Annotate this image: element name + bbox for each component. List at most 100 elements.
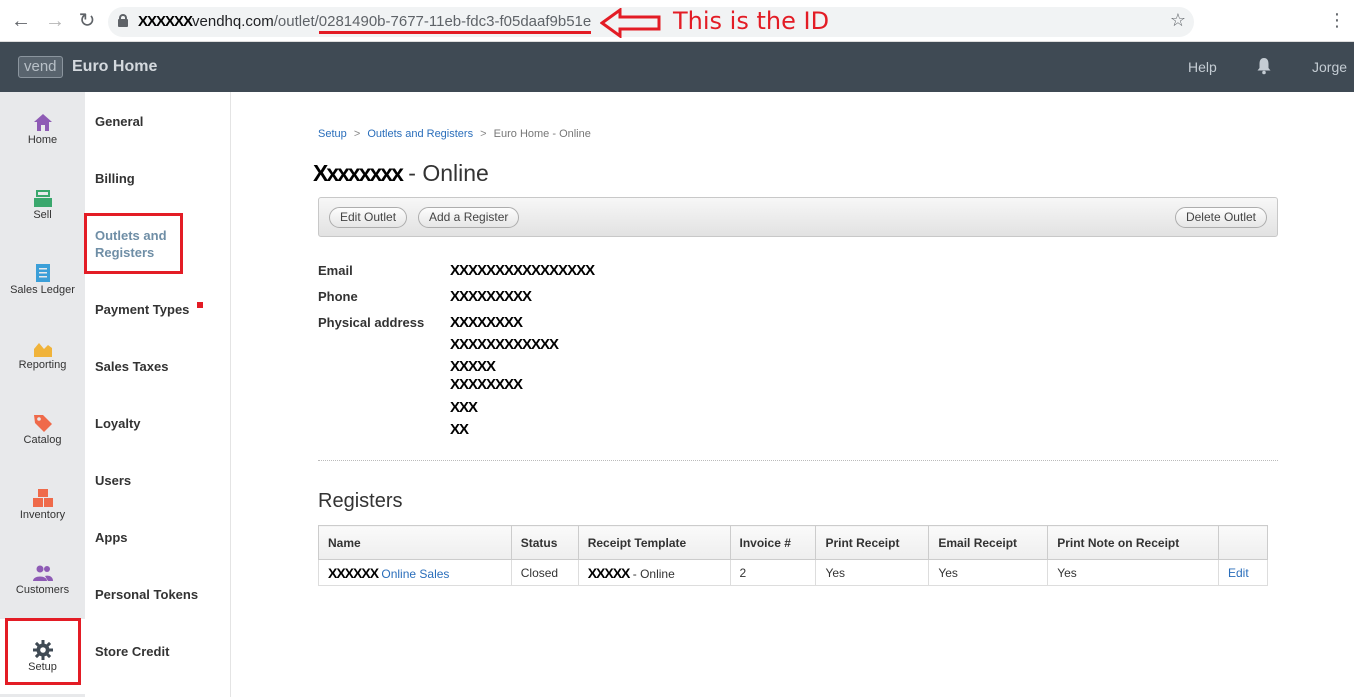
store-name[interactable]: Euro Home xyxy=(72,58,157,76)
setup-submenu: General Billing Outlets and Registers Pa… xyxy=(85,92,231,697)
nav-home-label: Home xyxy=(27,134,58,146)
boxes-icon xyxy=(33,489,53,507)
register-invoice: 2 xyxy=(729,559,817,586)
main-nav-rail: Home Sell Sales Ledger Reporting Catalog… xyxy=(0,92,85,697)
delete-outlet-button[interactable]: Delete Outlet xyxy=(1174,207,1267,228)
url-host: vendhq.com xyxy=(192,13,274,30)
lock-icon xyxy=(118,14,128,27)
url-redacted: XXXXXX xyxy=(138,13,193,30)
nav-reporting-label: Reporting xyxy=(18,359,67,371)
vend-logo[interactable]: vend xyxy=(18,56,63,78)
register-template-redacted: XXXXX xyxy=(587,564,631,581)
edit-outlet-button[interactable]: Edit Outlet xyxy=(329,207,408,228)
page-title: Xxxxxxxx - Online xyxy=(313,160,489,187)
register-name-redacted: XXXXXX xyxy=(328,564,379,581)
reload-icon[interactable]: ↻ xyxy=(74,8,100,34)
user-menu[interactable]: Jorge xyxy=(1312,59,1347,75)
submenu-apps[interactable]: Apps xyxy=(95,529,128,546)
breadcrumb-outlets[interactable]: Outlets and Registers xyxy=(367,128,473,140)
register-edit-link[interactable]: Edit xyxy=(1228,566,1249,580)
nav-sales-ledger-label: Sales Ledger xyxy=(10,284,75,296)
breadcrumb-separator: > xyxy=(353,128,361,140)
bell-icon[interactable] xyxy=(1256,57,1272,75)
chart-icon xyxy=(34,343,52,357)
address-label: Physical address xyxy=(318,315,425,330)
address-line: XXX xyxy=(450,399,478,416)
setup-highlight-box xyxy=(5,618,81,685)
column-header[interactable]: Receipt Template xyxy=(577,525,731,560)
nav-sell-label: Sell xyxy=(33,209,52,221)
register-template-cell: XXXXX - Online xyxy=(577,559,731,586)
submenu-personal-tokens[interactable]: Personal Tokens xyxy=(95,586,198,603)
page-title-redacted: Xxxxxxxx xyxy=(313,160,404,186)
tag-icon xyxy=(34,415,52,432)
column-header[interactable]: Invoice # xyxy=(729,525,817,560)
address-line: XXXXXXXXXXXX xyxy=(450,336,559,353)
register-email-receipt: Yes xyxy=(928,559,1049,586)
register-template: - Online xyxy=(632,566,675,581)
column-header[interactable]: Print Note on Receipt xyxy=(1047,525,1219,560)
table-header-row: Name Status Receipt Template Invoice # P… xyxy=(318,525,1269,560)
url-text[interactable]: XXXXXXvendhq.com/outlet/0281490b-7677-11… xyxy=(138,13,592,34)
register-print-receipt: Yes xyxy=(815,559,930,586)
register-icon xyxy=(34,190,52,207)
forward-arrow-icon[interactable]: → xyxy=(42,8,68,34)
bookmark-star-icon[interactable]: ☆ xyxy=(1170,10,1186,31)
column-header[interactable]: Status xyxy=(510,525,579,560)
annotation-arrow-icon xyxy=(600,8,661,38)
phone-value: XXXXXXXXX xyxy=(450,288,532,305)
outlet-toolbar: Edit Outlet Add a Register Delete Outlet xyxy=(318,197,1278,237)
submenu-users[interactable]: Users xyxy=(95,472,131,489)
help-link[interactable]: Help xyxy=(1188,59,1217,75)
register-status: Closed xyxy=(510,559,579,586)
url-path: /outlet/ xyxy=(273,13,319,30)
ledger-icon xyxy=(36,264,50,282)
app-header: vend Euro Home Help Jorge xyxy=(0,42,1354,92)
add-register-button[interactable]: Add a Register xyxy=(418,207,520,228)
nav-sell[interactable]: Sell xyxy=(0,167,85,242)
nav-inventory[interactable]: Inventory xyxy=(0,467,85,542)
nav-home[interactable]: Home xyxy=(0,92,85,167)
outlets-highlight-box xyxy=(84,213,183,274)
url-outlet-id: 0281490b-7677-11eb-fdc3-f05daaf9b51e xyxy=(318,13,592,34)
annotation-dot xyxy=(197,302,203,308)
breadcrumb-current: Euro Home - Online xyxy=(493,128,591,140)
registers-table: Name Status Receipt Template Invoice # P… xyxy=(318,525,1269,586)
registers-title: Registers xyxy=(318,490,403,512)
home-icon xyxy=(34,114,52,131)
nav-catalog[interactable]: Catalog xyxy=(0,392,85,467)
column-header[interactable]: Name xyxy=(318,525,512,560)
submenu-store-credit[interactable]: Store Credit xyxy=(95,643,169,660)
address-line: XXXXX xyxy=(450,358,496,375)
submenu-billing[interactable]: Billing xyxy=(95,170,135,187)
breadcrumb-setup[interactable]: Setup xyxy=(318,128,347,140)
address-line: XXXXXXXX xyxy=(450,376,523,393)
register-print-note: Yes xyxy=(1047,559,1219,586)
submenu-loyalty[interactable]: Loyalty xyxy=(95,415,141,432)
column-header[interactable]: Email Receipt xyxy=(928,525,1049,560)
nav-sales-ledger[interactable]: Sales Ledger xyxy=(0,242,85,317)
address-line: XXXXXXXX xyxy=(450,314,523,331)
breadcrumb-separator: > xyxy=(480,128,487,140)
submenu-general[interactable]: General xyxy=(95,113,143,130)
nav-customers[interactable]: Customers xyxy=(0,542,85,617)
submenu-payment-types[interactable]: Payment Types xyxy=(95,301,189,318)
phone-label: Phone xyxy=(318,289,358,304)
address-line: XX xyxy=(450,421,469,438)
register-edit-cell: Edit xyxy=(1217,559,1269,586)
submenu-sales-taxes[interactable]: Sales Taxes xyxy=(95,358,168,375)
email-label: Email xyxy=(318,263,353,278)
browser-menu-icon[interactable]: ⋮ xyxy=(1328,10,1346,30)
register-name-link[interactable]: Online Sales xyxy=(381,567,449,581)
table-row: XXXXXX Online Sales Closed XXXXX - Onlin… xyxy=(318,559,1269,586)
nav-reporting[interactable]: Reporting xyxy=(0,317,85,392)
email-value: XXXXXXXXXXXXXXXX xyxy=(450,262,595,279)
nav-customers-label: Customers xyxy=(15,584,70,596)
people-icon xyxy=(33,565,53,581)
back-arrow-icon[interactable]: ← xyxy=(8,8,34,34)
column-header[interactable]: Print Receipt xyxy=(815,525,930,560)
nav-inventory-label: Inventory xyxy=(19,509,66,521)
column-header xyxy=(1217,525,1269,560)
section-divider xyxy=(318,460,1278,461)
register-name-cell: XXXXXX Online Sales xyxy=(318,559,512,586)
